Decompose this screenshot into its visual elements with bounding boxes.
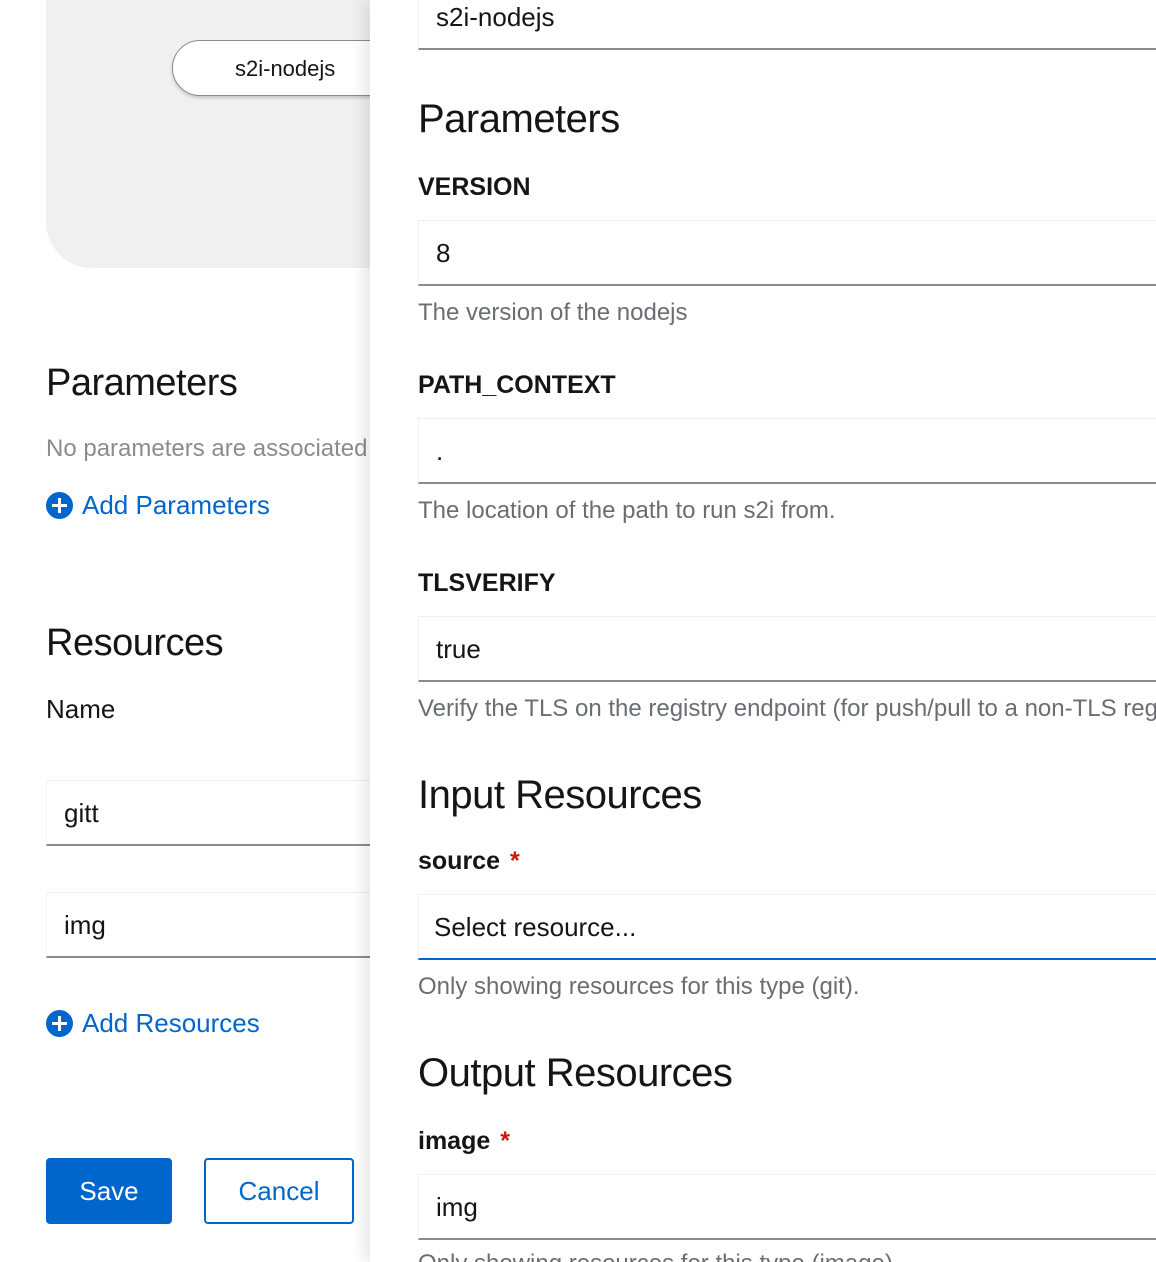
task-node-label: s2i-nodejs xyxy=(235,56,336,81)
param-tlsverify-help: Verify the TLS on the registry endpoint … xyxy=(418,695,1156,722)
source-resource-help: Only showing resources for this type (gi… xyxy=(418,973,860,1000)
pipeline-builder-pane: s2i-nodejs Parameters No parameters are … xyxy=(0,0,370,1262)
image-resource-label: image * xyxy=(418,1127,510,1156)
task-node[interactable]: s2i-nodejs xyxy=(172,40,370,96)
resources-title: Resources xyxy=(46,622,224,664)
param-path-context-help: The location of the path to run s2i from… xyxy=(418,497,836,524)
image-resource-select[interactable]: img xyxy=(418,1174,1156,1240)
param-path-context-input[interactable]: . xyxy=(418,418,1156,484)
param-tlsverify-input[interactable]: true xyxy=(418,616,1156,682)
param-version-input[interactable]: 8 xyxy=(418,220,1156,286)
plus-circle-icon xyxy=(46,1010,73,1037)
param-version-label: VERSION xyxy=(418,173,531,201)
image-resource-label-text: image xyxy=(418,1127,491,1155)
task-name-input[interactable]: s2i-nodejs xyxy=(418,0,1156,50)
required-marker: * xyxy=(509,847,520,875)
parameters-empty-text: No parameters are associated with this p… xyxy=(46,435,370,462)
source-resource-label: source * xyxy=(418,847,520,876)
param-version-help: The version of the nodejs xyxy=(418,299,688,326)
output-resources-title: Output Resources xyxy=(418,1051,733,1095)
sidebar-parameters-title: Parameters xyxy=(418,97,620,141)
resource-name-input[interactable]: img xyxy=(46,892,370,958)
task-sidebar: s2i-nodejs Parameters VERSION 8 The vers… xyxy=(370,0,1156,1262)
source-resource-select[interactable]: Select resource... xyxy=(418,894,1156,960)
parameters-title: Parameters xyxy=(46,362,238,404)
resource-name-input[interactable]: gitt xyxy=(46,780,370,846)
param-path-context-label: PATH_CONTEXT xyxy=(418,371,616,399)
add-parameters-label: Add Parameters xyxy=(82,490,270,520)
source-resource-label-text: source xyxy=(418,847,500,875)
input-resources-title: Input Resources xyxy=(418,773,702,817)
plus-circle-icon xyxy=(46,492,73,519)
required-marker: * xyxy=(500,1127,510,1155)
resource-name-column-label: Name xyxy=(46,694,116,724)
param-tlsverify-label: TLSVERIFY xyxy=(418,569,556,597)
add-parameters-link[interactable]: Add Parameters xyxy=(46,490,270,521)
cancel-button[interactable]: Cancel xyxy=(204,1158,354,1224)
add-resources-label: Add Resources xyxy=(82,1008,260,1038)
add-resources-link[interactable]: Add Resources xyxy=(46,1008,260,1039)
image-resource-help: Only showing resources for this type (im… xyxy=(418,1250,900,1262)
save-button[interactable]: Save xyxy=(46,1158,172,1224)
